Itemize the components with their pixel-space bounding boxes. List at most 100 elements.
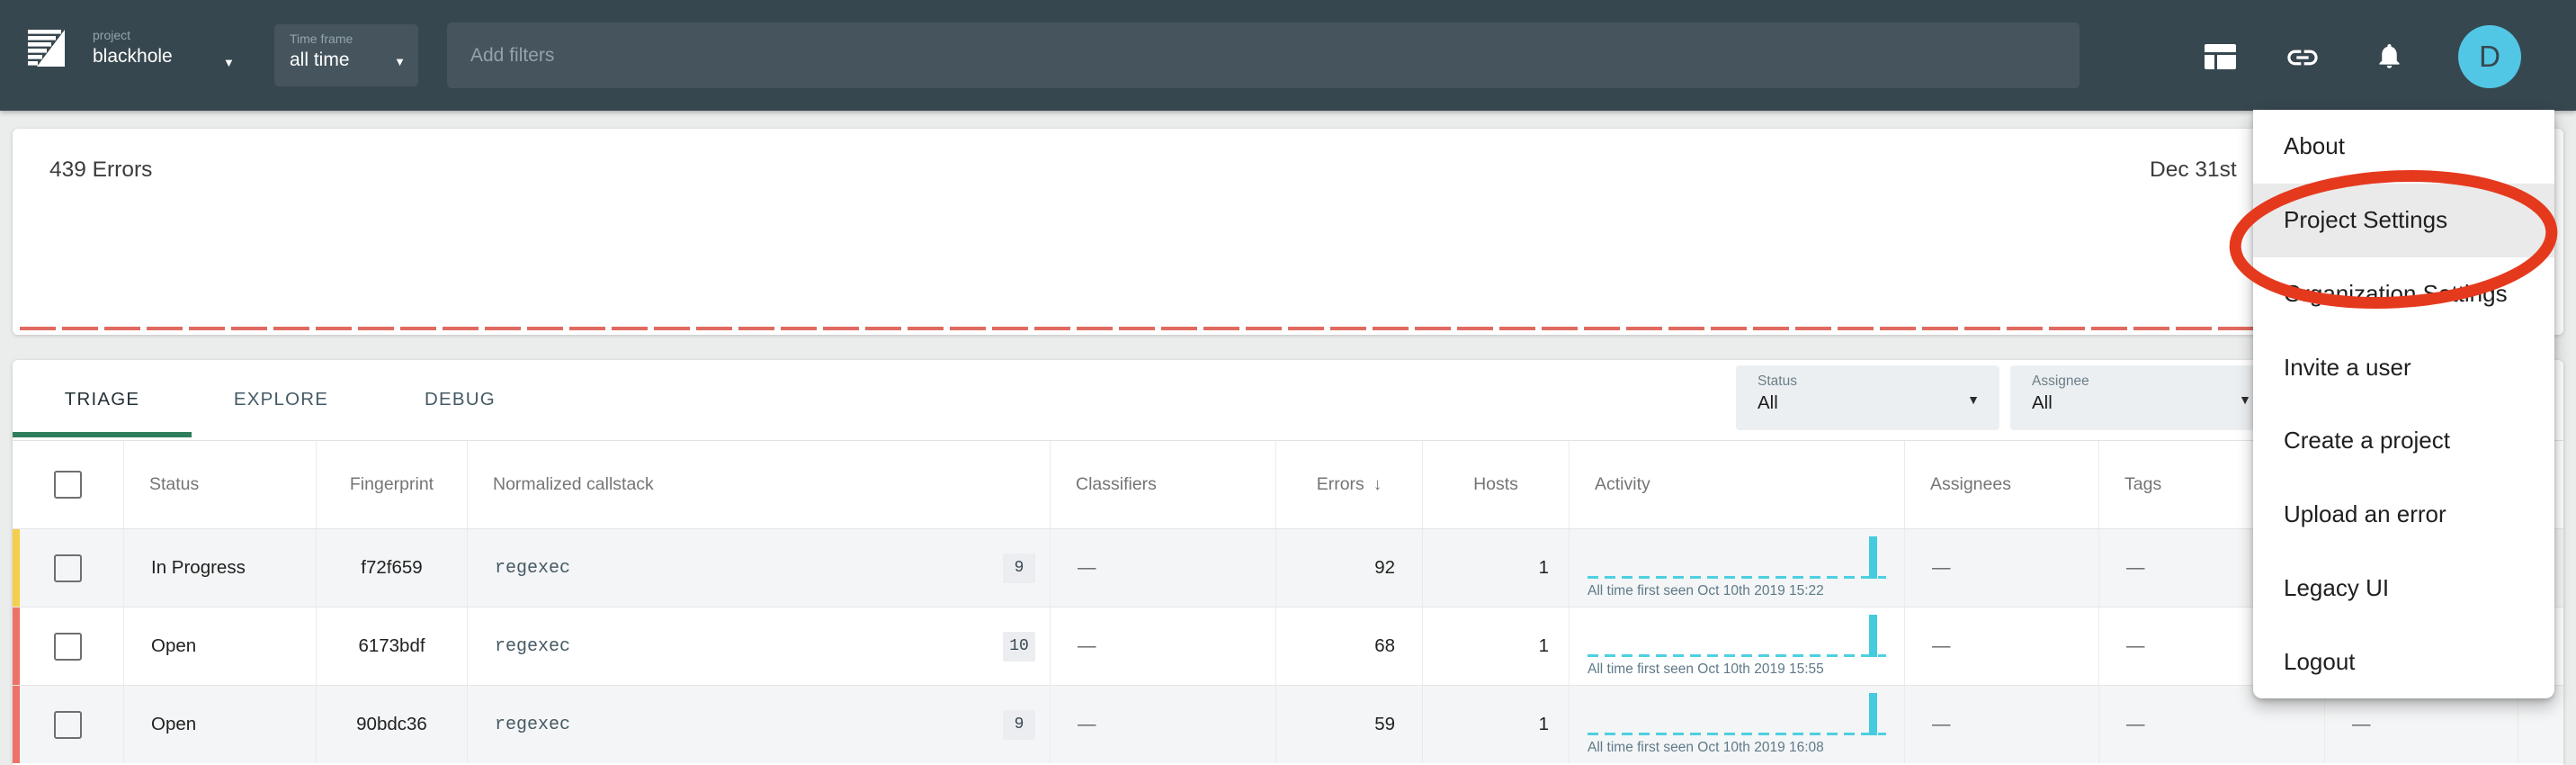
sparkline-spike: [1869, 615, 1877, 657]
cell-status: Open: [124, 686, 317, 763]
cell-classifiers: —: [1051, 686, 1276, 763]
backtrace-logo-icon[interactable]: [25, 27, 67, 69]
row-checkbox[interactable]: [54, 554, 82, 582]
header-assignees[interactable]: Assignees: [1905, 441, 2099, 528]
share-link-icon[interactable]: [2285, 40, 2321, 76]
sparkline-baseline: [1588, 654, 1886, 657]
cell-activity: All time first seen Oct 10th 2019 16:08: [1570, 686, 1905, 763]
cell-errors: 68: [1276, 608, 1423, 685]
severity-strip: [13, 529, 20, 607]
cell-classifiers: —: [1051, 608, 1276, 685]
header-hosts[interactable]: Hosts: [1423, 441, 1570, 528]
status-filter-value: All: [1758, 392, 1999, 415]
menu-item-legacy-ui[interactable]: Legacy UI: [2253, 552, 2554, 626]
cell-activity: All time first seen Oct 10th 2019 15:55: [1570, 608, 1905, 685]
activity-sparkline: [1588, 534, 1886, 579]
status-filter-label: Status: [1758, 374, 1999, 390]
cell-fingerprint: 90bdc36: [317, 686, 468, 763]
top-bar: project blackhole ▼ Time frame all time …: [0, 0, 2576, 111]
cell-activity: All time first seen Oct 10th 2019 15:22: [1570, 529, 1905, 607]
menu-item-upload-an-error[interactable]: Upload an error: [2253, 478, 2554, 552]
errors-summary-card: 439 Errors Dec 31st: [13, 129, 2563, 335]
first-seen-caption: All time first seen Oct 10th 2019 15:55: [1588, 662, 1824, 678]
header-activity[interactable]: Activity: [1570, 441, 1905, 528]
user-avatar[interactable]: D: [2458, 25, 2521, 88]
status-caret-down-icon: ▼: [1967, 392, 1980, 407]
header-fingerprint[interactable]: Fingerprint: [317, 441, 468, 528]
header-status[interactable]: Status: [124, 441, 317, 528]
project-value: blackhole: [93, 45, 173, 68]
header-errors-sorted[interactable]: Errors ↓: [1276, 441, 1423, 528]
assignee-filter-label: Assignee: [2032, 374, 2271, 390]
assignee-filter-value: All: [2032, 392, 2271, 415]
dashboard-view-icon[interactable]: [2205, 44, 2236, 69]
menu-item-create-a-project[interactable]: Create a project: [2253, 404, 2554, 478]
header-errors-label: Errors: [1317, 474, 1364, 495]
status-filter-dropdown[interactable]: Status All ▼: [1736, 365, 1999, 430]
tab-triage[interactable]: TRIAGE: [13, 360, 192, 439]
table-row[interactable]: Open 90bdc36 regexec 9 — 59 1 All time f…: [13, 685, 2563, 763]
severity-strip: [13, 608, 20, 685]
cell-select: [13, 529, 124, 607]
cell-hosts: 1: [1423, 608, 1570, 685]
cell-select: [13, 686, 124, 763]
cell-errors: 59: [1276, 686, 1423, 763]
app-root: project blackhole ▼ Time frame all time …: [0, 0, 2576, 765]
cell-hosts: 1: [1423, 686, 1570, 763]
table-row[interactable]: Open 6173bdf regexec 10 — 68 1 All time …: [13, 607, 2563, 685]
project-caret-down-icon[interactable]: ▼: [223, 56, 235, 69]
cell-callstack: regexec 9: [468, 686, 1051, 763]
cell-errors: 92: [1276, 529, 1423, 607]
frame-count-badge: 9: [1003, 554, 1035, 583]
cell-classifiers: —: [1051, 529, 1276, 607]
cell-select: [13, 608, 124, 685]
triage-card: TRIAGE EXPLORE DEBUG Status All ▼ Assign…: [13, 360, 2563, 765]
assignee-filter-dropdown[interactable]: Assignee All ▼: [2010, 365, 2271, 430]
frame-count-badge: 10: [1003, 632, 1035, 662]
select-all-checkbox[interactable]: [54, 471, 82, 499]
filters-bar: [447, 22, 2080, 88]
activity-sparkline: [1588, 690, 1886, 735]
sparkline-baseline: [1588, 733, 1886, 735]
menu-item-invite-a-user[interactable]: Invite a user: [2253, 330, 2554, 404]
header-select-all: [13, 441, 124, 528]
table-header-row: Status Fingerprint Normalized callstack …: [13, 440, 2563, 528]
menu-item-logout[interactable]: Logout: [2253, 625, 2554, 698]
menu-item-organization-settings[interactable]: Organization Settings: [2253, 257, 2554, 331]
user-menu: About Project Settings Organization Sett…: [2253, 110, 2554, 698]
header-classifiers[interactable]: Classifiers: [1051, 441, 1276, 528]
cell-assignees: —: [1905, 529, 2099, 607]
tab-debug[interactable]: DEBUG: [371, 360, 550, 439]
chart-dashed-baseline: [20, 327, 2556, 330]
header-callstack[interactable]: Normalized callstack: [468, 441, 1051, 528]
avatar-letter: D: [2479, 40, 2500, 74]
cell-assignees: —: [1905, 608, 2099, 685]
menu-item-project-settings[interactable]: Project Settings: [2253, 184, 2554, 257]
table-row[interactable]: In Progress f72f659 regexec 9 — 92 1 All…: [13, 528, 2563, 607]
timeframe-label: Time frame: [290, 32, 418, 46]
activity-sparkline: [1588, 612, 1886, 657]
add-filters-input[interactable]: [447, 22, 2080, 88]
chart-end-date-label: Dec 31st: [2150, 158, 2237, 183]
timeframe-selector[interactable]: Time frame all time ▼: [274, 24, 418, 86]
callstack-function: regexec: [495, 636, 570, 657]
sparkline-baseline: [1588, 576, 1886, 579]
cell-status: In Progress: [124, 529, 317, 607]
cell-hosts: 1: [1423, 529, 1570, 607]
tab-explore[interactable]: EXPLORE: [192, 360, 371, 439]
project-label: project: [93, 28, 173, 42]
sort-desc-icon: ↓: [1373, 475, 1382, 495]
notifications-bell-icon[interactable]: [2375, 38, 2404, 74]
menu-item-about[interactable]: About: [2253, 110, 2554, 184]
cell-status: Open: [124, 608, 317, 685]
row-checkbox[interactable]: [54, 633, 82, 661]
row-checkbox[interactable]: [54, 711, 82, 739]
callstack-function: regexec: [495, 715, 570, 735]
tabs-row: TRIAGE EXPLORE DEBUG Status All ▼ Assign…: [13, 360, 2563, 440]
timeframe-caret-down-icon: ▼: [394, 55, 406, 68]
frame-count-badge: 9: [1003, 710, 1035, 740]
first-seen-caption: All time first seen Oct 10th 2019 15:22: [1588, 583, 1824, 599]
severity-strip: [13, 686, 20, 763]
project-selector[interactable]: project blackhole: [93, 28, 173, 68]
first-seen-caption: All time first seen Oct 10th 2019 16:08: [1588, 740, 1824, 756]
